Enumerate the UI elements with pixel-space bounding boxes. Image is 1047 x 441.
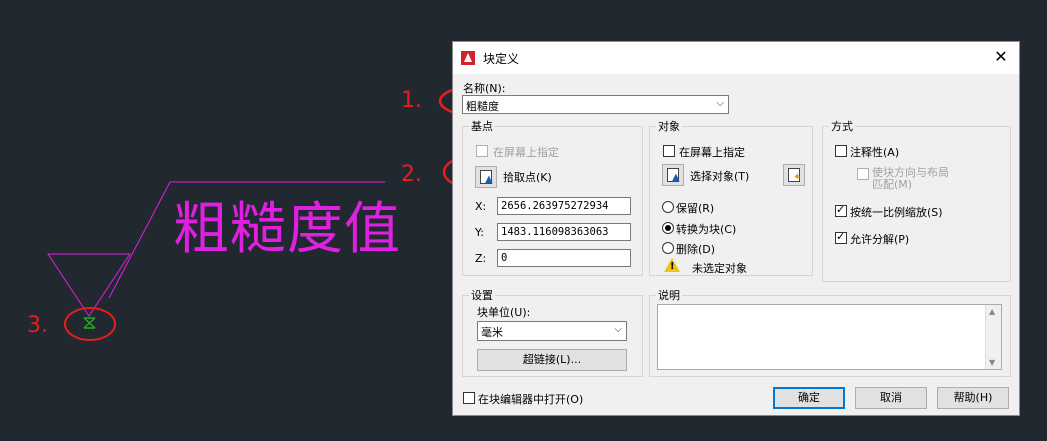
hyperlink-button[interactable]: 超链接(L)... (477, 349, 627, 371)
base-specify-checkbox[interactable] (476, 145, 488, 157)
allow-exploding-label: 允许分解(P) (850, 233, 910, 246)
quick-select-button[interactable]: ✦ (783, 164, 805, 186)
match-orientation-label: 使块方向与布局匹配(M) (872, 166, 949, 191)
symbol-text: 粗糙度值 (173, 197, 401, 262)
behavior-title: 方式 (829, 118, 855, 134)
chevron-down-icon[interactable]: ⌵ (614, 324, 622, 335)
autocad-logo-icon (461, 51, 475, 65)
z-label: Z: (475, 252, 487, 265)
objects-specify-checkbox[interactable] (663, 145, 675, 157)
scroll-down-icon[interactable]: ▼ (989, 358, 995, 367)
insertion-point-marker (83, 317, 96, 329)
x-label: X: (475, 200, 487, 213)
objects-status: 未选定对象 (692, 262, 747, 275)
cancel-button[interactable]: 取消 (855, 387, 927, 409)
block-unit-label: 块单位(U): (477, 306, 531, 319)
retain-radio[interactable] (662, 201, 674, 213)
base-specify-label: 在屏幕上指定 (493, 146, 559, 159)
annotative-label: 注释性(A) (850, 146, 900, 159)
name-label: 名称(N): (463, 82, 506, 95)
block-unit-select[interactable]: 毫米 ⌵ (477, 321, 627, 341)
ok-button[interactable]: 确定 (773, 387, 845, 409)
chevron-down-icon[interactable]: ⌵ (716, 98, 724, 109)
symbol-leader-diag (108, 181, 171, 299)
annotative-checkbox[interactable] (835, 145, 847, 157)
description-textarea[interactable]: ▲ ▼ (657, 304, 1002, 370)
name-combo[interactable]: 粗糙度 ⌵ (462, 95, 729, 114)
annotation-1: 1. (401, 88, 422, 113)
delete-radio[interactable] (662, 242, 674, 254)
select-objects-button[interactable]: ▲ (662, 164, 684, 186)
block-unit-value: 毫米 (481, 326, 503, 339)
pick-point-button[interactable]: ▲ (475, 166, 497, 188)
name-value: 粗糙度 (466, 100, 499, 113)
scale-uniformly-checkbox[interactable] (835, 203, 847, 217)
close-button[interactable]: ✕ (989, 46, 1013, 68)
objects-specify-label: 在屏幕上指定 (679, 146, 745, 159)
description-scrollbar[interactable]: ▲ ▼ (985, 305, 1001, 369)
scale-uniformly-label: 按统一比例缩放(S) (850, 206, 943, 219)
match-orientation-checkbox[interactable] (857, 168, 869, 180)
dialog-title: 块定义 (483, 52, 520, 66)
x-input[interactable]: 2656.263975272934 (497, 197, 631, 215)
settings-title: 设置 (469, 287, 495, 303)
base-point-title: 基点 (469, 118, 495, 134)
help-button[interactable]: 帮助(H) (937, 387, 1009, 409)
retain-label: 保留(R) (676, 202, 715, 215)
block-definition-dialog: 块定义 ✕ 名称(N): 粗糙度 ⌵ 基点 在屏幕上指定 ▲ 拾取点(K) X:… (452, 41, 1020, 416)
delete-label: 删除(D) (676, 243, 716, 256)
y-input[interactable]: 1483.116098363063 (497, 223, 631, 241)
roughness-triangle (47, 253, 131, 317)
convert-to-block-label: 转换为块(C) (676, 223, 737, 236)
allow-exploding-checkbox[interactable] (835, 230, 847, 244)
dialog-titlebar[interactable]: 块定义 ✕ (453, 42, 1019, 74)
open-in-editor-label: 在块编辑器中打开(O) (478, 393, 584, 406)
annotation-3: 3. (27, 313, 48, 338)
description-title: 说明 (656, 287, 682, 303)
objects-title: 对象 (656, 118, 682, 134)
scroll-up-icon[interactable]: ▲ (989, 307, 995, 316)
select-objects-label: 选择对象(T) (690, 170, 750, 183)
pick-point-label: 拾取点(K) (503, 171, 552, 184)
open-in-editor-checkbox[interactable] (463, 392, 475, 404)
convert-to-block-radio[interactable] (662, 222, 674, 234)
y-label: Y: (475, 226, 484, 239)
z-input[interactable]: 0 (497, 249, 631, 267)
annotation-2: 2. (401, 162, 422, 187)
